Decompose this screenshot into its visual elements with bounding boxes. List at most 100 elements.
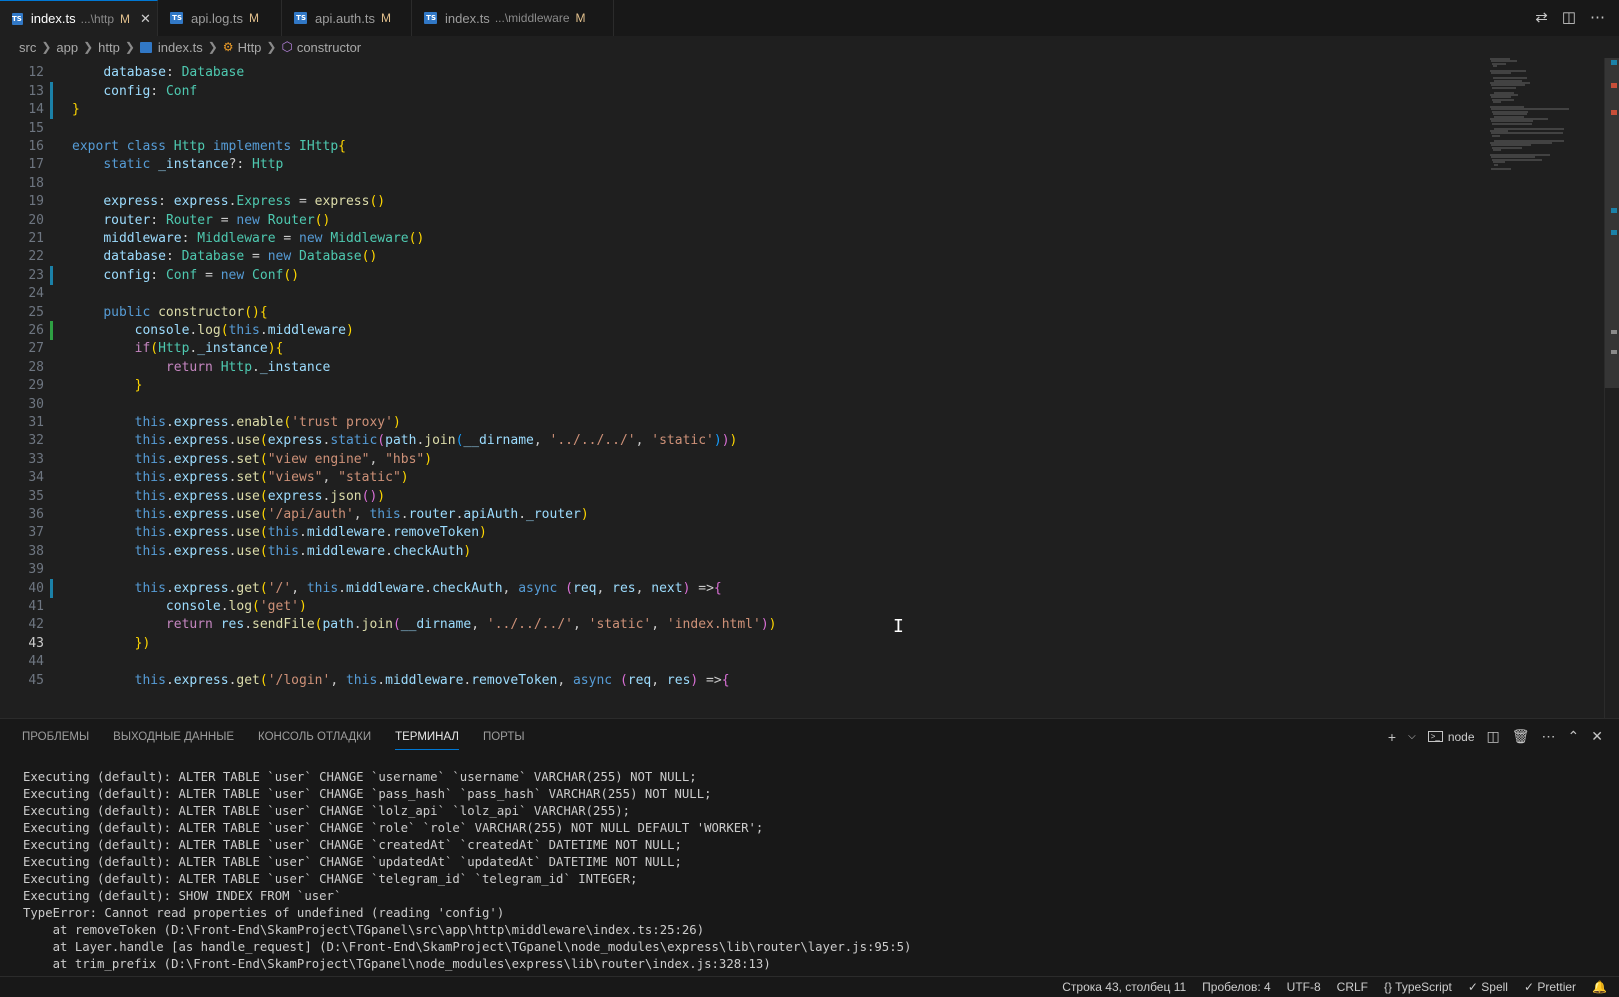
code-line[interactable]: 17 static _instance?: Http	[0, 155, 1480, 174]
breadcrumb-item-app[interactable]: app	[56, 40, 78, 55]
line-number[interactable]: 13	[0, 82, 44, 101]
code-line[interactable]: 29 }	[0, 376, 1480, 395]
breadcrumb-item-http[interactable]: http	[98, 40, 120, 55]
tab-index-ts-http[interactable]: TS index.ts ...\http M ✕	[0, 0, 158, 36]
prettier[interactable]: ✓ Prettier	[1524, 980, 1576, 994]
code-text[interactable]: this.express.set("views", "static")	[72, 468, 409, 487]
code-text[interactable]: return res.sendFile(path.join(__dirname,…	[72, 615, 777, 634]
code-text[interactable]: this.express.set("view engine", "hbs")	[72, 450, 432, 469]
maximize-panel-icon[interactable]: ⌃	[1568, 728, 1580, 745]
code-line[interactable]: 25 public constructor(){	[0, 303, 1480, 322]
code-line[interactable]: 22 database: Database = new Database()	[0, 247, 1480, 266]
code-text[interactable]: config: Conf	[72, 82, 197, 101]
code-line[interactable]: 42 return res.sendFile(path.join(__dirna…	[0, 615, 1480, 634]
minimap[interactable]	[1480, 58, 1604, 718]
code-line[interactable]: 23 config: Conf = new Conf()	[0, 265, 1480, 285]
code-text[interactable]: this.express.get('/', this.middleware.ch…	[72, 579, 722, 598]
code-line[interactable]: 24	[0, 284, 1480, 303]
line-number[interactable]: 44	[0, 652, 44, 671]
line-number[interactable]: 43	[0, 634, 44, 653]
line-number[interactable]: 38	[0, 542, 44, 561]
line-number[interactable]: 27	[0, 339, 44, 358]
code-line[interactable]: 15	[0, 119, 1480, 138]
line-number[interactable]: 17	[0, 155, 44, 174]
code-text[interactable]: }	[72, 376, 143, 395]
chevron-down-icon[interactable]: ⌵	[1408, 731, 1416, 742]
code-text[interactable]: this.express.use(express.static(path.joi…	[72, 431, 738, 450]
breadcrumb-item-src[interactable]: src	[19, 40, 36, 55]
line-number[interactable]: 23	[0, 266, 44, 285]
code-text[interactable]: public constructor(){	[72, 303, 267, 322]
code-text[interactable]: if(Http._instance){	[72, 339, 284, 358]
breadcrumb-item-file[interactable]: index.ts	[158, 40, 203, 55]
gutter-modified-marker[interactable]	[50, 265, 53, 285]
more-actions-icon[interactable]: ⋯	[1590, 8, 1605, 26]
code-text[interactable]: export class Http implements IHttp{	[72, 137, 346, 156]
line-number[interactable]: 29	[0, 376, 44, 395]
code-line[interactable]: 44	[0, 652, 1480, 671]
line-number[interactable]: 45	[0, 671, 44, 690]
tab-api-log-ts[interactable]: TS api.log.ts M	[158, 0, 282, 36]
code-text[interactable]: middleware: Middleware = new Middleware(…	[72, 229, 424, 248]
line-number[interactable]: 20	[0, 211, 44, 230]
gutter-modified-marker[interactable]	[50, 81, 53, 101]
code-line[interactable]: 35 this.express.use(express.json())	[0, 487, 1480, 506]
code-line[interactable]: 32 this.express.use(express.static(path.…	[0, 431, 1480, 450]
line-number[interactable]: 37	[0, 523, 44, 542]
code-text[interactable]: return Http._instance	[72, 358, 330, 377]
editor-scrollbar[interactable]	[1604, 58, 1619, 718]
line-number[interactable]: 14	[0, 100, 44, 119]
code-text[interactable]: console.log('get')	[72, 597, 307, 616]
indentation[interactable]: Пробелов: 4	[1202, 980, 1271, 994]
line-number[interactable]: 35	[0, 487, 44, 506]
code-line[interactable]: 33 this.express.set("view engine", "hbs"…	[0, 450, 1480, 469]
code-line[interactable]: 31 this.express.enable('trust proxy')	[0, 413, 1480, 432]
line-number[interactable]: 12	[0, 63, 44, 82]
code-editor[interactable]: 11 middleware: Middleware12 database: Da…	[0, 58, 1619, 718]
code-text[interactable]: this.express.enable('trust proxy')	[72, 413, 401, 432]
split-editor-icon[interactable]: ◫	[1562, 8, 1576, 26]
code-line[interactable]: 38 this.express.use(this.middleware.chec…	[0, 542, 1480, 561]
gutter-modified-marker[interactable]	[50, 578, 53, 598]
new-terminal-icon[interactable]: +	[1388, 729, 1396, 745]
line-number[interactable]: 30	[0, 395, 44, 414]
more-actions-icon[interactable]: ⋯	[1542, 728, 1556, 745]
breadcrumb-item-class[interactable]: Http	[238, 40, 262, 55]
tab-problems[interactable]: ПРОБЛЕМЫ	[22, 731, 89, 743]
open-changes-icon[interactable]: ⇄	[1535, 8, 1548, 26]
code-line[interactable]: 45 this.express.get('/login', this.middl…	[0, 671, 1480, 690]
line-number[interactable]: 19	[0, 192, 44, 211]
tab-terminal[interactable]: ТЕРМИНАЛ	[395, 731, 459, 750]
code-line[interactable]: 37 this.express.use(this.middleware.remo…	[0, 523, 1480, 542]
language-mode[interactable]: {} TypeScript	[1384, 980, 1452, 994]
code-line[interactable]: 39	[0, 560, 1480, 579]
code-line[interactable]: 19 express: express.Express = express()	[0, 192, 1480, 211]
tab-ports[interactable]: ПОРТЫ	[483, 731, 525, 743]
code-text[interactable]: })	[72, 634, 151, 653]
line-number[interactable]: 26	[0, 321, 44, 340]
code-line[interactable]: 36 this.express.use('/api/auth', this.ro…	[0, 505, 1480, 524]
code-text[interactable]: database: Database = new Database()	[72, 247, 377, 266]
line-number[interactable]: 31	[0, 413, 44, 432]
code-text[interactable]: }	[72, 100, 80, 119]
line-number[interactable]: 34	[0, 468, 44, 487]
code-text[interactable]: express: express.Express = express()	[72, 192, 385, 211]
terminal-selector[interactable]: >_ node	[1427, 730, 1475, 744]
tab-index-ts-middleware[interactable]: TS index.ts ...\middleware M	[412, 0, 614, 36]
spell-check[interactable]: ✓ Spell	[1468, 980, 1508, 994]
code-text[interactable]: this.express.use(this.middleware.removeT…	[72, 523, 487, 542]
code-text[interactable]: this.express.use(this.middleware.checkAu…	[72, 542, 472, 561]
line-number[interactable]: 28	[0, 358, 44, 377]
gutter-modified-marker[interactable]	[50, 100, 53, 120]
code-line[interactable]: 20 router: Router = new Router()	[0, 211, 1480, 230]
code-line[interactable]: 18	[0, 174, 1480, 193]
code-text[interactable]: router: Router = new Router()	[72, 211, 330, 230]
line-number[interactable]: 21	[0, 229, 44, 248]
code-text[interactable]: this.express.get('/login', this.middlewa…	[72, 671, 730, 690]
tab-debug-console[interactable]: КОНСОЛЬ ОТЛАДКИ	[258, 731, 371, 743]
bell-icon[interactable]: 🔔	[1592, 980, 1607, 994]
code-text[interactable]: this.express.use(express.json())	[72, 487, 386, 506]
split-terminal-icon[interactable]: ◫	[1487, 728, 1500, 745]
line-number[interactable]: 39	[0, 560, 44, 579]
close-icon[interactable]: ✕	[140, 11, 151, 27]
